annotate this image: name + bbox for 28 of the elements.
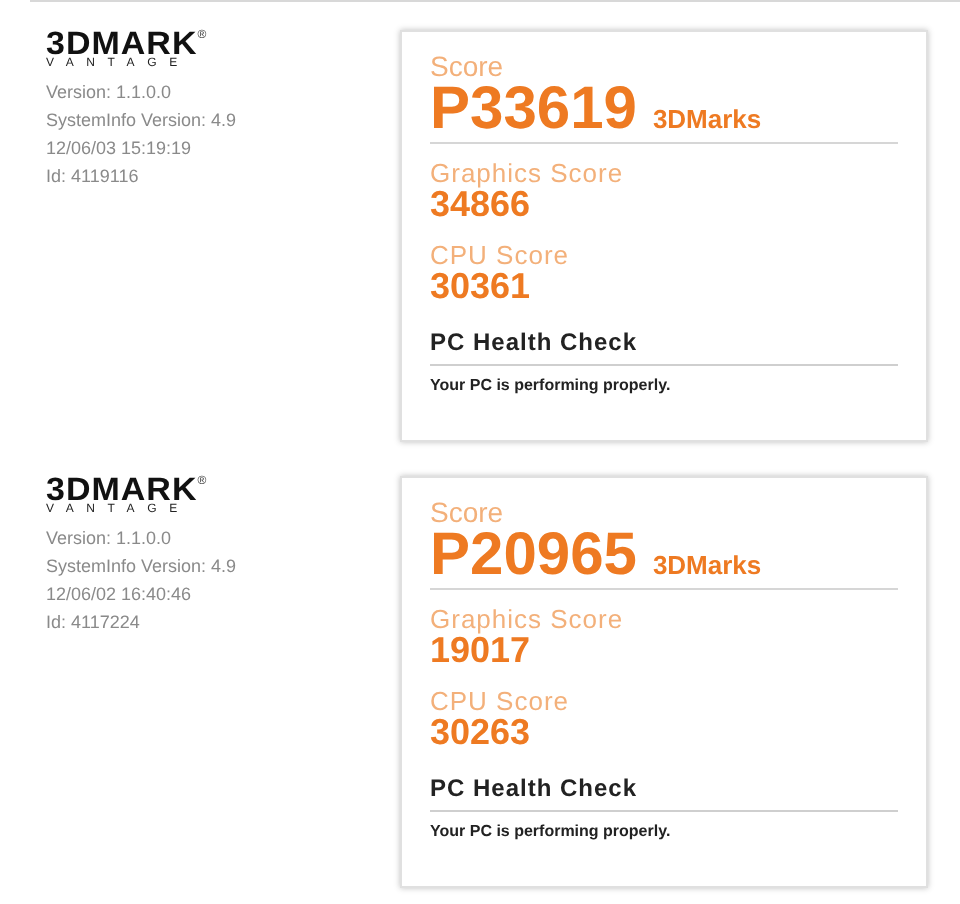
graphics-score: 19017 — [430, 631, 531, 667]
health-message: Your PC is performing properly. — [430, 821, 673, 841]
cpu-score: 30263 — [430, 713, 533, 749]
info-text: SystemInfo Version: 4.9 — [46, 108, 239, 134]
graphics-score-label: Graphics Score — [430, 605, 626, 631]
info-text: Version: 1.1.0.0 — [46, 80, 174, 106]
health-message: Your PC is performing properly. — [430, 375, 673, 395]
logo-wordmark: 3DMARK — [46, 30, 198, 58]
cpu-score-label: CPU Score — [430, 687, 572, 713]
info-text: 12/06/03 15:19:19 — [46, 136, 194, 162]
total-score: P33619 — [430, 80, 637, 138]
cpu-score-label: CPU Score — [430, 241, 572, 267]
cpu-score: 30361 — [430, 267, 533, 303]
info-text: SystemInfo Version: 4.9 — [46, 554, 239, 580]
info-text: 12/06/02 16:40:46 — [46, 582, 194, 608]
info-text: Id: 4119116 — [46, 164, 141, 190]
score-label: Score — [430, 52, 506, 80]
score-unit: 3DMarks — [652, 548, 762, 584]
health-check-title: PC Health Check — [430, 327, 640, 355]
score-unit: 3DMarks — [652, 102, 762, 138]
info-text: Id: 4117224 — [46, 610, 142, 636]
logo-wordmark: 3DMARK — [46, 476, 198, 504]
graphics-score-label: Graphics Score — [430, 159, 626, 185]
total-score: P20965 — [430, 526, 637, 584]
score-label: Score — [430, 498, 506, 526]
health-check-title: PC Health Check — [430, 773, 640, 801]
graphics-score: 34866 — [430, 185, 531, 221]
info-text: Version: 1.1.0.0 — [46, 526, 174, 552]
